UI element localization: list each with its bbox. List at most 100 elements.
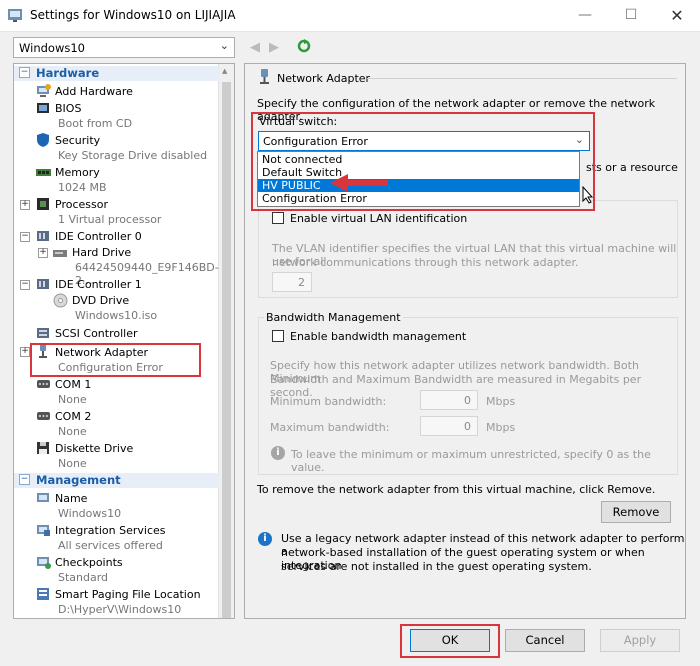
- chevron-down-icon: ⌄: [219, 39, 229, 52]
- tree-sub-com1: None: [58, 393, 87, 406]
- section-divider: [367, 78, 677, 79]
- bandwidth-group-title: Bandwidth Management: [264, 311, 403, 324]
- name-icon: [36, 491, 51, 505]
- minimize-button[interactable]: —: [562, 0, 608, 31]
- window-title: Settings for Windows10 on LIJIAJIA: [30, 8, 236, 22]
- category-management[interactable]: − Management: [14, 473, 220, 488]
- category-label: Hardware: [36, 66, 100, 80]
- maximize-button[interactable]: ☐: [608, 0, 654, 31]
- tree-sub-name: Windows10: [58, 507, 122, 520]
- com-port-icon: [36, 377, 51, 391]
- tree-item-hard-drive[interactable]: Hard Drive: [72, 246, 131, 259]
- vm-selector[interactable]: Windows10 ⌄: [13, 37, 235, 58]
- tree-sub-dvd-drive: Windows10.iso: [75, 309, 158, 322]
- legacy-note-line-3: services are not installed in the guest …: [281, 560, 592, 573]
- collapse-icon[interactable]: −: [20, 232, 30, 242]
- category-hardware[interactable]: − Hardware: [14, 66, 220, 81]
- hard-drive-icon: [53, 246, 68, 260]
- tree-sub-smart-paging: D:\HyperV\Windows10: [58, 603, 182, 616]
- tree-item-dvd-drive[interactable]: DVD Drive: [72, 294, 129, 307]
- info-icon: i: [258, 532, 272, 546]
- bandwidth-checkbox[interactable]: [272, 330, 284, 342]
- tree-sub-bios: Boot from CD: [58, 117, 133, 130]
- bandwidth-checkbox-label: Enable bandwidth management: [290, 330, 467, 343]
- tree-sub-diskette-drive: None: [58, 457, 87, 470]
- vlan-checkbox-label: Enable virtual LAN identification: [290, 212, 468, 225]
- tree-item-smart-paging[interactable]: Smart Paging File Location: [55, 588, 201, 601]
- max-unit: Mbps: [486, 421, 516, 434]
- collapse-icon[interactable]: −: [19, 474, 30, 485]
- expand-icon[interactable]: +: [38, 248, 48, 258]
- vlan-checkbox[interactable]: [272, 212, 284, 224]
- add-hardware-icon: [36, 84, 51, 98]
- tree-item-ide-controller-1[interactable]: IDE Controller 1: [55, 278, 142, 291]
- refresh-icon[interactable]: [297, 39, 311, 53]
- diskette-icon: [36, 441, 51, 455]
- scsi-controller-icon: [36, 326, 51, 340]
- max-bandwidth-field[interactable]: 0: [420, 416, 478, 436]
- cancel-button[interactable]: Cancel: [505, 629, 585, 652]
- min-unit: Mbps: [486, 395, 516, 408]
- tree-sub-checkpoints: Standard: [58, 571, 109, 584]
- obscured-text: sts or a resource: [586, 161, 678, 174]
- tree-item-add-hardware[interactable]: Add Hardware: [55, 85, 133, 98]
- expand-icon[interactable]: +: [20, 347, 30, 357]
- tree-item-com2[interactable]: COM 2: [55, 410, 91, 423]
- integration-services-icon: [36, 523, 51, 537]
- remove-button[interactable]: Remove: [601, 501, 671, 523]
- tree-item-checkpoints[interactable]: Checkpoints: [55, 556, 123, 569]
- tree-item-com1[interactable]: COM 1: [55, 378, 91, 391]
- tree-sub-integration-services: All services offered: [58, 539, 163, 552]
- max-bandwidth-label: Maximum bandwidth:: [270, 421, 390, 434]
- checkpoints-icon: [36, 555, 51, 569]
- tree-sub-processor: 1 Virtual processor: [58, 213, 162, 226]
- tree-item-name[interactable]: Name: [55, 492, 87, 505]
- tree-item-memory[interactable]: Memory: [55, 166, 100, 179]
- min-bandwidth-field[interactable]: 0: [420, 390, 478, 410]
- tree-item-diskette-drive[interactable]: Diskette Drive: [55, 442, 133, 455]
- expand-icon[interactable]: +: [20, 200, 30, 210]
- forward-arrow-icon[interactable]: ▶: [269, 40, 279, 55]
- tree-item-scsi-controller[interactable]: SCSI Controller: [55, 327, 138, 340]
- remove-description: To remove the network adapter from this …: [257, 483, 656, 496]
- tree-scrollbar[interactable]: ▲: [218, 64, 234, 618]
- tree-item-processor[interactable]: Processor: [55, 198, 108, 211]
- highlight-box-network-adapter: [30, 343, 201, 377]
- tree-item-ide-controller-0[interactable]: IDE Controller 0: [55, 230, 142, 243]
- processor-icon: [36, 197, 51, 211]
- tree-item-security[interactable]: Security: [55, 134, 100, 147]
- back-arrow-icon[interactable]: ◀: [250, 40, 260, 55]
- highlight-box-ok: [400, 624, 500, 658]
- tree-sub-security: Key Storage Drive disabled: [58, 149, 208, 162]
- memory-icon: [36, 165, 51, 179]
- settings-tree: ▲ − Hardware Add Hardware BIOS Boot from…: [13, 63, 235, 619]
- shield-icon: [36, 133, 51, 147]
- vm-selector-value: Windows10: [19, 41, 85, 55]
- collapse-icon[interactable]: −: [20, 280, 30, 290]
- collapse-icon[interactable]: −: [19, 67, 30, 78]
- scroll-up-icon[interactable]: ▲: [222, 67, 227, 75]
- highlight-box-virtual-switch: [251, 112, 595, 211]
- tree-item-bios[interactable]: BIOS: [55, 102, 81, 115]
- title-bar: Settings for Windows10 on LIJIAJIA — ☐ ✕: [0, 0, 700, 32]
- vlan-desc-line-2: network communications through this netw…: [272, 256, 579, 269]
- vlan-id-field[interactable]: 2: [272, 272, 312, 292]
- apply-button[interactable]: Apply: [600, 629, 680, 652]
- min-bandwidth-label: Minimum bandwidth:: [270, 395, 387, 408]
- close-button[interactable]: ✕: [654, 0, 700, 31]
- bios-chip-icon: [36, 101, 51, 115]
- category-label: Management: [36, 473, 121, 487]
- bandwidth-note: To leave the minimum or maximum unrestri…: [291, 448, 651, 474]
- section-title: Network Adapter: [277, 72, 371, 85]
- ide-controller-icon: [36, 229, 51, 243]
- paging-file-icon: [36, 587, 51, 601]
- tree-item-integration-services[interactable]: Integration Services: [55, 524, 166, 537]
- info-icon: i: [271, 446, 285, 460]
- com-port-icon: [36, 409, 51, 423]
- dvd-disc-icon: [53, 293, 68, 308]
- tree-sub-memory: 1024 MB: [58, 181, 107, 194]
- tree-sub-com2: None: [58, 425, 87, 438]
- ide-controller-icon: [36, 277, 51, 291]
- scroll-thumb[interactable]: [222, 82, 231, 618]
- settings-app-icon: [8, 9, 22, 22]
